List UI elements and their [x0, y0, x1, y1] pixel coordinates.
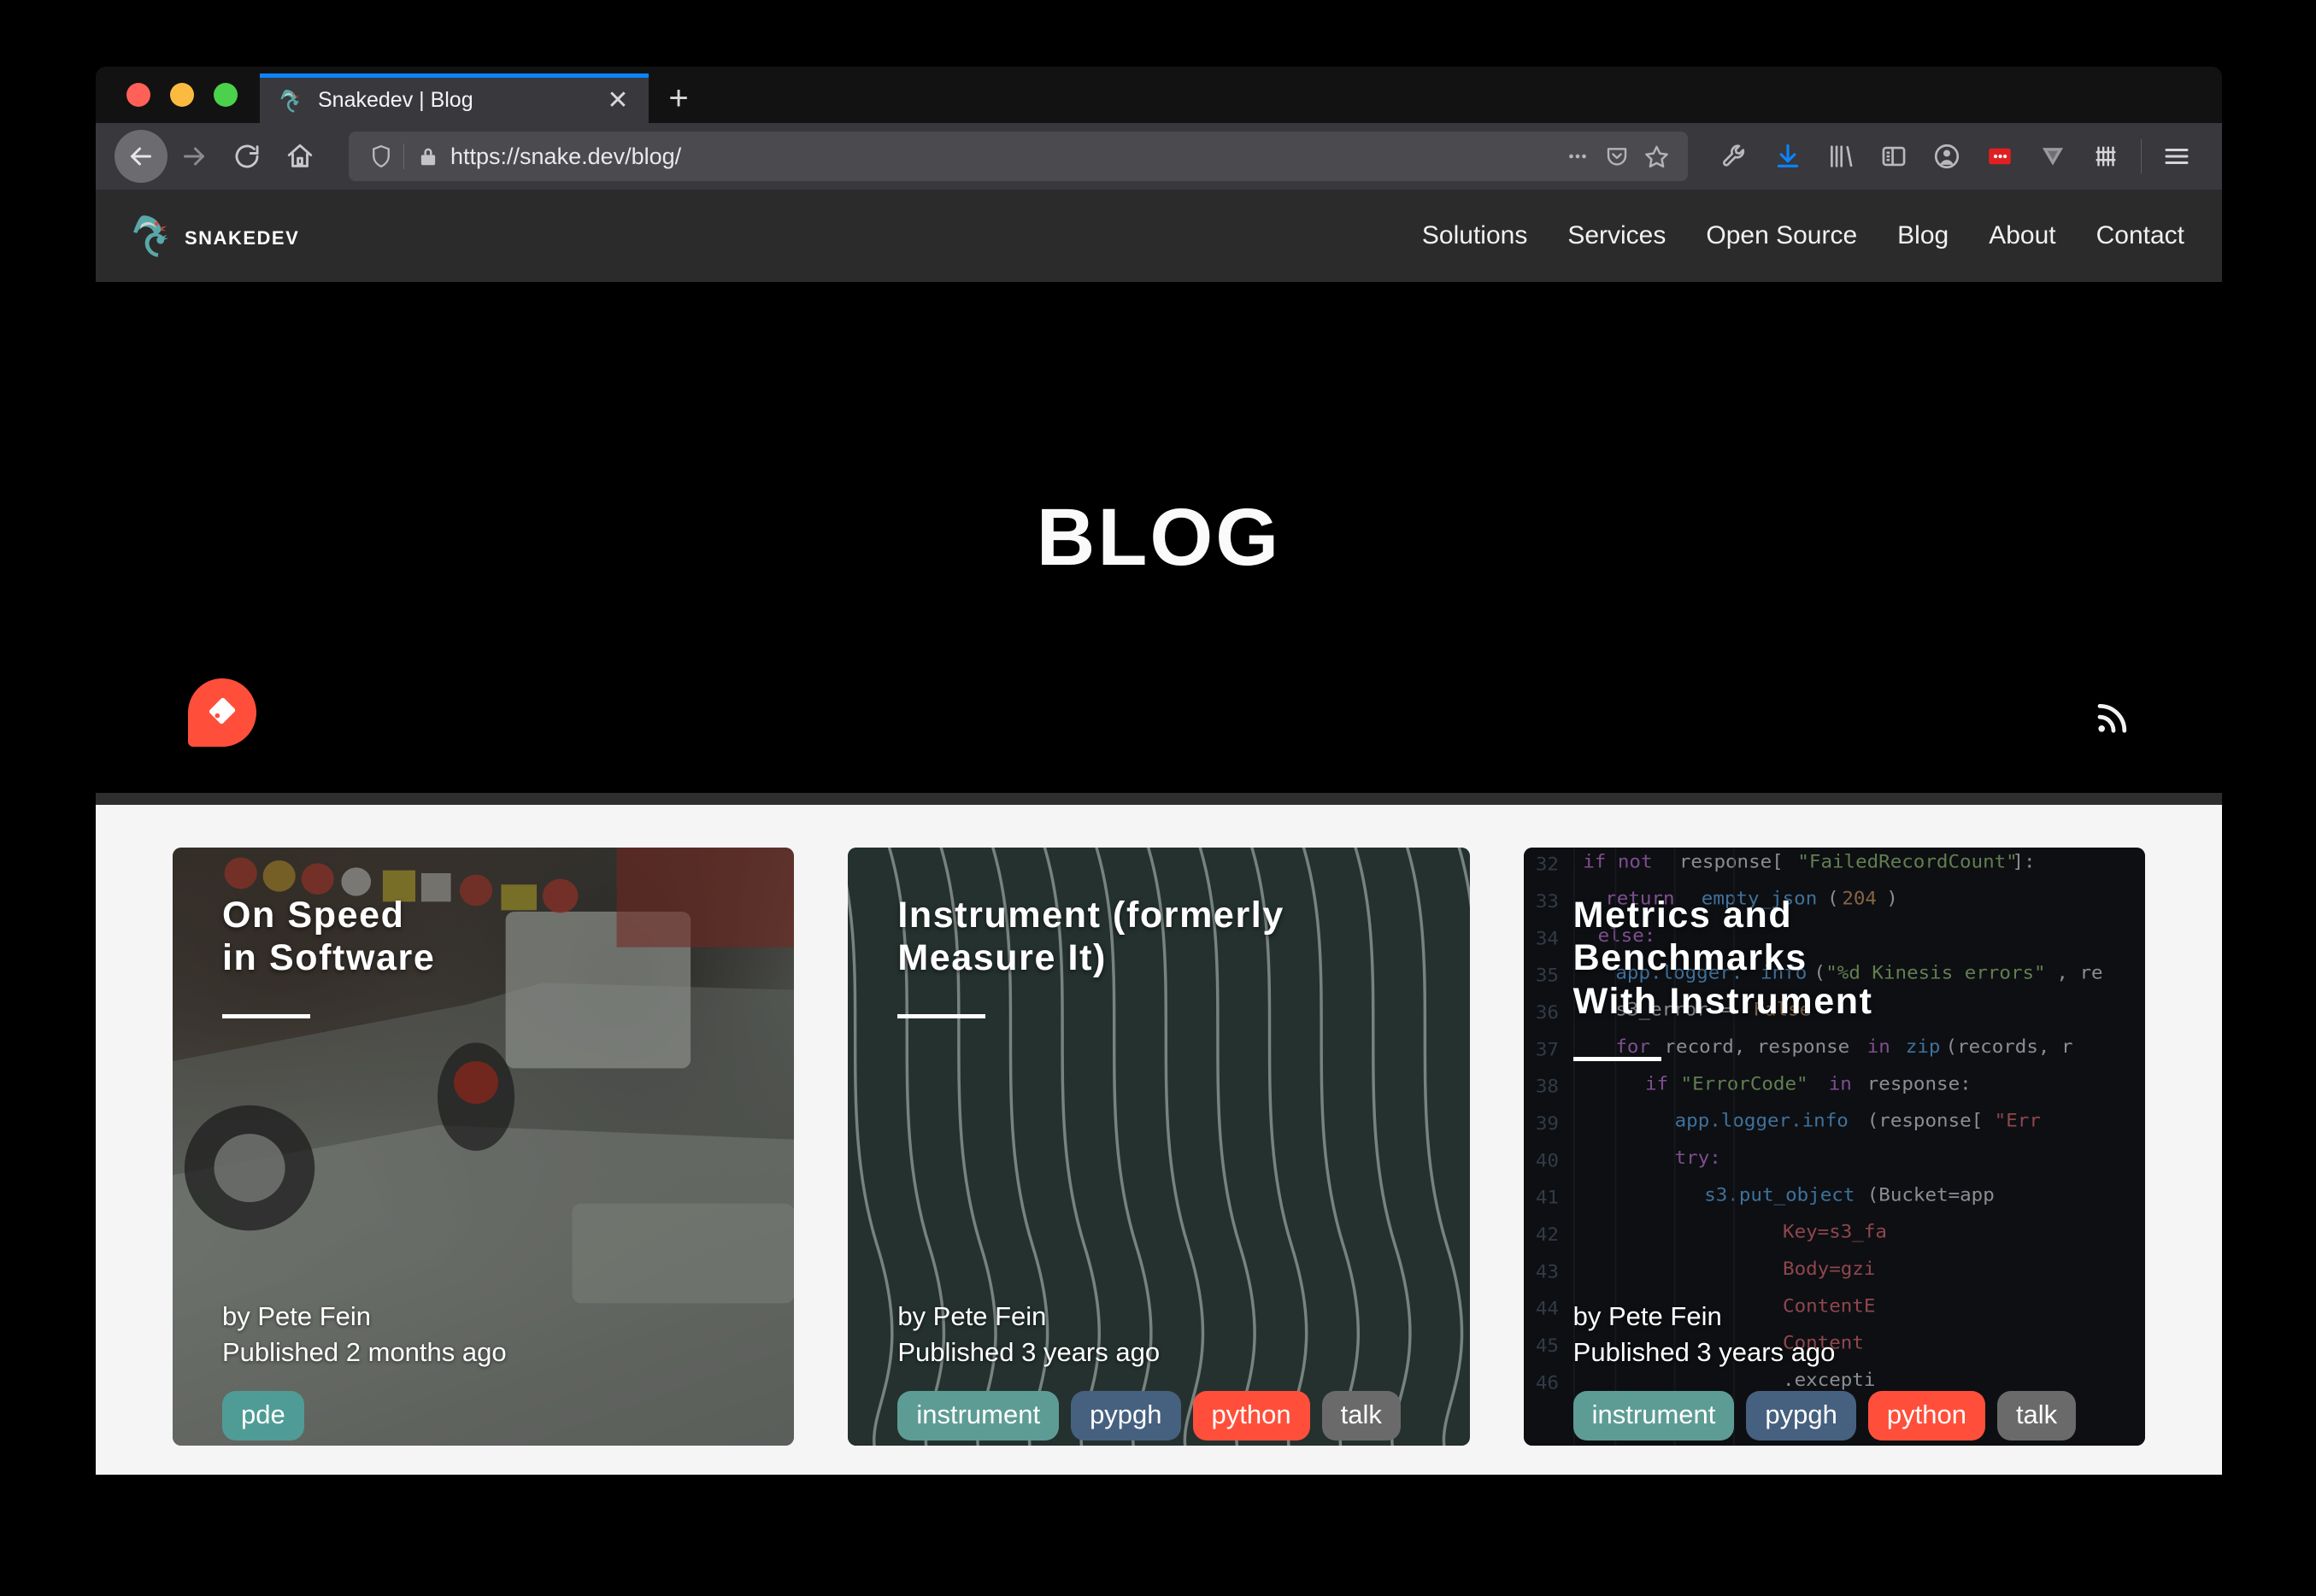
title-rule: [1572, 1056, 1661, 1061]
minimize-window-button[interactable]: [170, 83, 194, 107]
tab-strip: Snakedev | Blog ✕ +: [96, 67, 2222, 123]
post-tag[interactable]: talk: [1321, 1391, 1401, 1441]
forward-button[interactable]: [168, 130, 220, 183]
post-tag[interactable]: pypgh: [1071, 1391, 1181, 1441]
hero-banner: BLOG: [96, 282, 2222, 793]
nav-item-about[interactable]: About: [1989, 221, 2055, 250]
grid-extension-icon[interactable]: [2079, 130, 2132, 183]
library-icon[interactable]: [1814, 130, 1867, 183]
post-title: On Speed in Software: [222, 895, 436, 979]
page-actions-ellipsis-icon[interactable]: [1558, 144, 1597, 169]
site-header: Snakedev Solutions Services Open Source …: [96, 190, 2222, 282]
brand-name: Snakedev: [185, 220, 300, 250]
post-title: Instrument (formerly Measure It): [897, 895, 1284, 979]
post-tag[interactable]: python: [1192, 1391, 1310, 1441]
browser-tab[interactable]: Snakedev | Blog ✕: [260, 73, 649, 123]
wrench-icon[interactable]: [1708, 130, 1761, 183]
post-tag[interactable]: instrument: [1572, 1391, 1735, 1441]
forward-arrow-icon: [184, 147, 204, 166]
blog-post-card[interactable]: 32 if not response["FailedRecordCount"]: …: [1523, 848, 2145, 1446]
reload-button[interactable]: [220, 130, 273, 183]
browser-toolbar: https://snake.dev/blog/: [96, 123, 2222, 190]
post-tags: pde: [222, 1391, 746, 1446]
post-tag[interactable]: pde: [222, 1391, 304, 1441]
nav-item-solutions[interactable]: Solutions: [1422, 221, 1527, 250]
post-tag[interactable]: pypgh: [1746, 1391, 1856, 1441]
post-meta: by Pete Fein Published 3 years ago: [1573, 1299, 2097, 1370]
title-rule: [222, 1013, 310, 1018]
tracking-protection-shield-icon[interactable]: [362, 144, 400, 169]
address-bar-divider: [403, 144, 404, 169]
site-navigation: Solutions Services Open Source Blog Abou…: [1422, 221, 2184, 250]
nav-item-open-source[interactable]: Open Source: [1706, 221, 1857, 250]
post-published: Published 3 years ago: [897, 1337, 1161, 1368]
snake-logo-icon: [126, 209, 179, 262]
sidebar-icon[interactable]: [1867, 130, 1920, 183]
post-title: Metrics and Benchmarks With Instrument: [1572, 895, 1873, 1022]
home-icon: [287, 144, 313, 167]
hero-divider: [96, 793, 2222, 805]
close-tab-button[interactable]: ✕: [603, 87, 633, 114]
post-author: by Pete Fein: [1572, 1301, 1722, 1332]
site-logo[interactable]: Snakedev: [126, 209, 299, 262]
nav-item-services[interactable]: Services: [1567, 221, 1666, 250]
new-tab-button[interactable]: +: [649, 73, 708, 123]
pocket-icon[interactable]: [1597, 144, 1637, 169]
nav-item-blog[interactable]: Blog: [1897, 221, 1949, 250]
tag-pencil-icon: [205, 694, 239, 732]
download-arrow-icon[interactable]: [1761, 130, 1814, 183]
maximize-window-button[interactable]: [214, 83, 238, 107]
tab-title: Snakedev | Blog: [318, 88, 473, 112]
window-controls: [96, 67, 260, 123]
tag-filter-button[interactable]: [188, 678, 256, 747]
blog-post-grid: On Speed in Software by Pete Fein Publis…: [96, 805, 2222, 1446]
post-published: Published 3 years ago: [1572, 1337, 1836, 1368]
rss-feed-link[interactable]: [2090, 697, 2135, 742]
toolbar-extension-icons: [1708, 130, 2203, 183]
post-author: by Pete Fein: [897, 1301, 1047, 1332]
address-bar[interactable]: https://snake.dev/blog/: [349, 132, 1688, 181]
post-published: Published 2 months ago: [222, 1337, 507, 1368]
back-arrow-icon: [131, 147, 151, 166]
home-button[interactable]: [273, 130, 326, 183]
url-text[interactable]: https://snake.dev/blog/: [445, 144, 1558, 170]
post-tag[interactable]: instrument: [897, 1391, 1060, 1441]
toolbar-divider: [2141, 139, 2142, 173]
bookmark-star-icon[interactable]: [1637, 144, 1676, 170]
page-viewport: Snakedev Solutions Services Open Source …: [96, 190, 2222, 1475]
reload-icon: [235, 144, 259, 168]
account-avatar-icon[interactable]: [1920, 130, 1973, 183]
post-meta: by Pete Fein Published 2 months ago: [222, 1299, 746, 1370]
nav-item-contact[interactable]: Contact: [2096, 221, 2184, 250]
page-title: BLOG: [1036, 491, 1282, 583]
post-tag[interactable]: talk: [1996, 1391, 2077, 1441]
post-tags: instrument pypgh python talk: [897, 1391, 1421, 1446]
post-author: by Pete Fein: [222, 1301, 372, 1332]
padlock-icon[interactable]: [411, 145, 445, 167]
title-rule: [897, 1013, 986, 1018]
rss-feed-icon: [2092, 697, 2133, 742]
blog-post-card[interactable]: On Speed in Software by Pete Fein Publis…: [173, 848, 795, 1446]
post-meta: by Pete Fein Published 3 years ago: [897, 1299, 1421, 1370]
post-tag[interactable]: python: [1867, 1391, 1985, 1441]
post-tags: instrument pypgh python talk: [1572, 1391, 2097, 1446]
vee-extension-icon[interactable]: [2026, 130, 2079, 183]
close-window-button[interactable]: [126, 83, 150, 107]
extension-badge-icon[interactable]: [1973, 130, 2026, 183]
hamburger-menu-icon[interactable]: [2150, 130, 2203, 183]
browser-window: Snakedev | Blog ✕ + https://snake.dev/bl…: [96, 67, 2222, 1475]
snake-favicon-icon: [277, 86, 306, 115]
blog-post-card[interactable]: Instrument (formerly Measure It) by Pete…: [848, 848, 1470, 1446]
back-button[interactable]: [115, 130, 168, 183]
